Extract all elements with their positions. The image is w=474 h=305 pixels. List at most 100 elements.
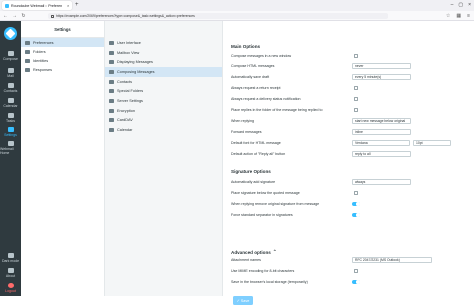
section-contacts[interactable]: Contacts: [105, 77, 222, 87]
forward-mode-select[interactable]: inline: [352, 128, 411, 135]
nav-about[interactable]: About: [0, 268, 21, 278]
nav-label: Contacts: [3, 89, 18, 93]
section-carddav[interactable]: CardDAV: [105, 116, 222, 126]
advanced-options-label: Advanced options: [231, 249, 271, 255]
nav-compose[interactable]: Compose: [0, 51, 21, 61]
nav-settings[interactable]: Settings: [0, 127, 21, 137]
compose-new-window-checkbox[interactable]: [354, 54, 358, 58]
main-options-heading: Main Options: [231, 44, 261, 49]
nav-label: Settings: [4, 133, 17, 137]
section-label: Calendar: [117, 128, 133, 133]
pref-row: When replying remove original signature …: [231, 200, 471, 209]
moon-icon: [7, 253, 14, 258]
pref-row: When replying start new message below or…: [231, 117, 471, 126]
attachment-names-select[interactable]: RFC 2047/2231 (MS Outlook): [352, 256, 432, 263]
section-composing-messages[interactable]: Composing Messages: [105, 67, 222, 77]
strip-signature-toggle[interactable]: [352, 201, 360, 206]
settings-item-label: Responses: [33, 67, 52, 72]
maximize-button[interactable]: ▢: [458, 1, 463, 10]
settings-item-identities[interactable]: Identities: [21, 56, 104, 65]
pref-row: Default action of "Reply all" button rep…: [231, 150, 471, 159]
reply-mode-select[interactable]: start new message below original: [352, 117, 411, 124]
pref-row: Place signature below the quoted message: [231, 189, 471, 198]
minimize-button[interactable]: –: [451, 1, 454, 10]
section-label: Server Settings: [117, 98, 143, 103]
bookmark-icon[interactable]: ☆: [446, 12, 450, 20]
back-icon[interactable]: ←: [3, 13, 8, 19]
return-receipt-checkbox[interactable]: [354, 86, 358, 90]
pref-label: Default action of "Reply all" button: [231, 152, 286, 156]
pref-row: Save in the browser's local storage (tem…: [231, 278, 471, 287]
section-special-folders[interactable]: Special Folders: [105, 86, 222, 96]
reload-icon[interactable]: ↻: [21, 13, 26, 19]
app-nav: Compose Mail Contacts Calendar Tasks Set…: [0, 21, 21, 296]
address-book-icon: [109, 79, 114, 84]
browser-navbar: ← → ↻ https://example.com/2069/preferenc…: [0, 11, 474, 21]
compose-html-select[interactable]: never: [352, 62, 411, 69]
folder-icon: [109, 89, 114, 94]
info-icon: [7, 268, 14, 273]
advanced-options-toggle[interactable]: Advanced options ⌃: [231, 249, 277, 255]
section-server-settings[interactable]: Server Settings: [105, 96, 222, 106]
section-user-interface[interactable]: User Interface: [105, 38, 222, 48]
nav-dark-mode[interactable]: Dark mode: [0, 253, 21, 263]
nav-mail[interactable]: Mail: [0, 68, 21, 78]
mime-encoding-checkbox[interactable]: [354, 269, 358, 273]
section-mailbox-view[interactable]: Mailbox View: [105, 48, 222, 58]
nav-label: Logout: [5, 289, 16, 293]
settings-item-responses[interactable]: Responses: [21, 65, 104, 74]
nav-tasks[interactable]: Tasks: [0, 113, 21, 123]
save-button[interactable]: ✓ Save: [233, 296, 253, 305]
reply-icon: [25, 67, 30, 72]
section-calendar[interactable]: Calendar: [105, 125, 222, 135]
browser-tabbar: Roundcube Webmail :: Preferen × + – ▢ ×: [0, 0, 474, 11]
section-displaying-messages[interactable]: Displaying Messages: [105, 57, 222, 67]
pref-label: Attachment names: [231, 258, 261, 262]
signature-below-checkbox[interactable]: [354, 191, 358, 195]
section-label: Contacts: [117, 79, 132, 84]
signature-options-heading: Signature Options: [231, 169, 271, 174]
new-tab-button[interactable]: +: [75, 1, 79, 10]
save-label: Save: [240, 298, 250, 303]
forward-icon[interactable]: →: [12, 13, 17, 19]
pref-label: Automatically save draft: [231, 75, 270, 79]
nav-label: Calendar: [3, 104, 18, 108]
nav-calendar[interactable]: Calendar: [0, 98, 21, 108]
draft-autosave-select[interactable]: every 5 minute(s): [352, 73, 411, 80]
tab-close-icon[interactable]: ×: [67, 3, 69, 8]
nav-contacts[interactable]: Contacts: [0, 83, 21, 93]
compose-icon: [109, 69, 114, 74]
nav-logout[interactable]: Logout: [0, 283, 21, 293]
local-storage-toggle[interactable]: [352, 279, 360, 284]
reply-same-folder-checkbox[interactable]: [354, 108, 358, 112]
settings-item-preferences[interactable]: Preferences: [21, 38, 104, 47]
pref-label: Always request a delivery status notific…: [231, 97, 301, 101]
sliders-icon: [25, 40, 30, 45]
signature-separator-toggle[interactable]: [352, 212, 360, 217]
roundcube-logo-icon[interactable]: [4, 27, 17, 40]
pref-row: Compose HTML messages never: [231, 62, 471, 71]
default-font-size-select[interactable]: 10pt: [413, 139, 451, 146]
settings-panel: Settings Preferences Folders Identities …: [21, 21, 105, 296]
composing-preferences-form: Main Options Compose messages in a new w…: [229, 21, 474, 305]
settings-item-folders[interactable]: Folders: [21, 47, 104, 56]
browser-tab[interactable]: Roundcube Webmail :: Preferen ×: [2, 1, 72, 10]
menu-icon[interactable]: ≡: [467, 12, 470, 20]
pref-label: Use MIME encoding for 8-bit characters: [231, 269, 295, 273]
address-bar[interactable]: https://example.com/2069/preferences?typ…: [48, 13, 388, 19]
tab-title: Roundcube Webmail :: Preferen: [11, 3, 63, 8]
browser-toolbar-right: ☆ ▦ ≡: [446, 12, 470, 20]
extensions-icon[interactable]: ▦: [456, 12, 461, 20]
gear-icon: [7, 127, 14, 132]
section-encryption[interactable]: Encryption: [105, 106, 222, 116]
pref-row: Place replies in the folder of the messa…: [231, 106, 471, 115]
nav-webmail-home[interactable]: Webmail Home: [0, 141, 21, 155]
pref-row: Default font for HTML message Verdana 10…: [231, 139, 471, 148]
settings-item-label: Preferences: [33, 40, 54, 45]
dsn-checkbox[interactable]: [354, 97, 358, 101]
default-font-select[interactable]: Verdana: [352, 139, 410, 146]
close-window-button[interactable]: ×: [468, 1, 471, 10]
add-signature-select[interactable]: always: [352, 178, 411, 185]
pref-row: Forward messages inline: [231, 128, 471, 137]
reply-all-select[interactable]: reply to all: [352, 150, 411, 157]
